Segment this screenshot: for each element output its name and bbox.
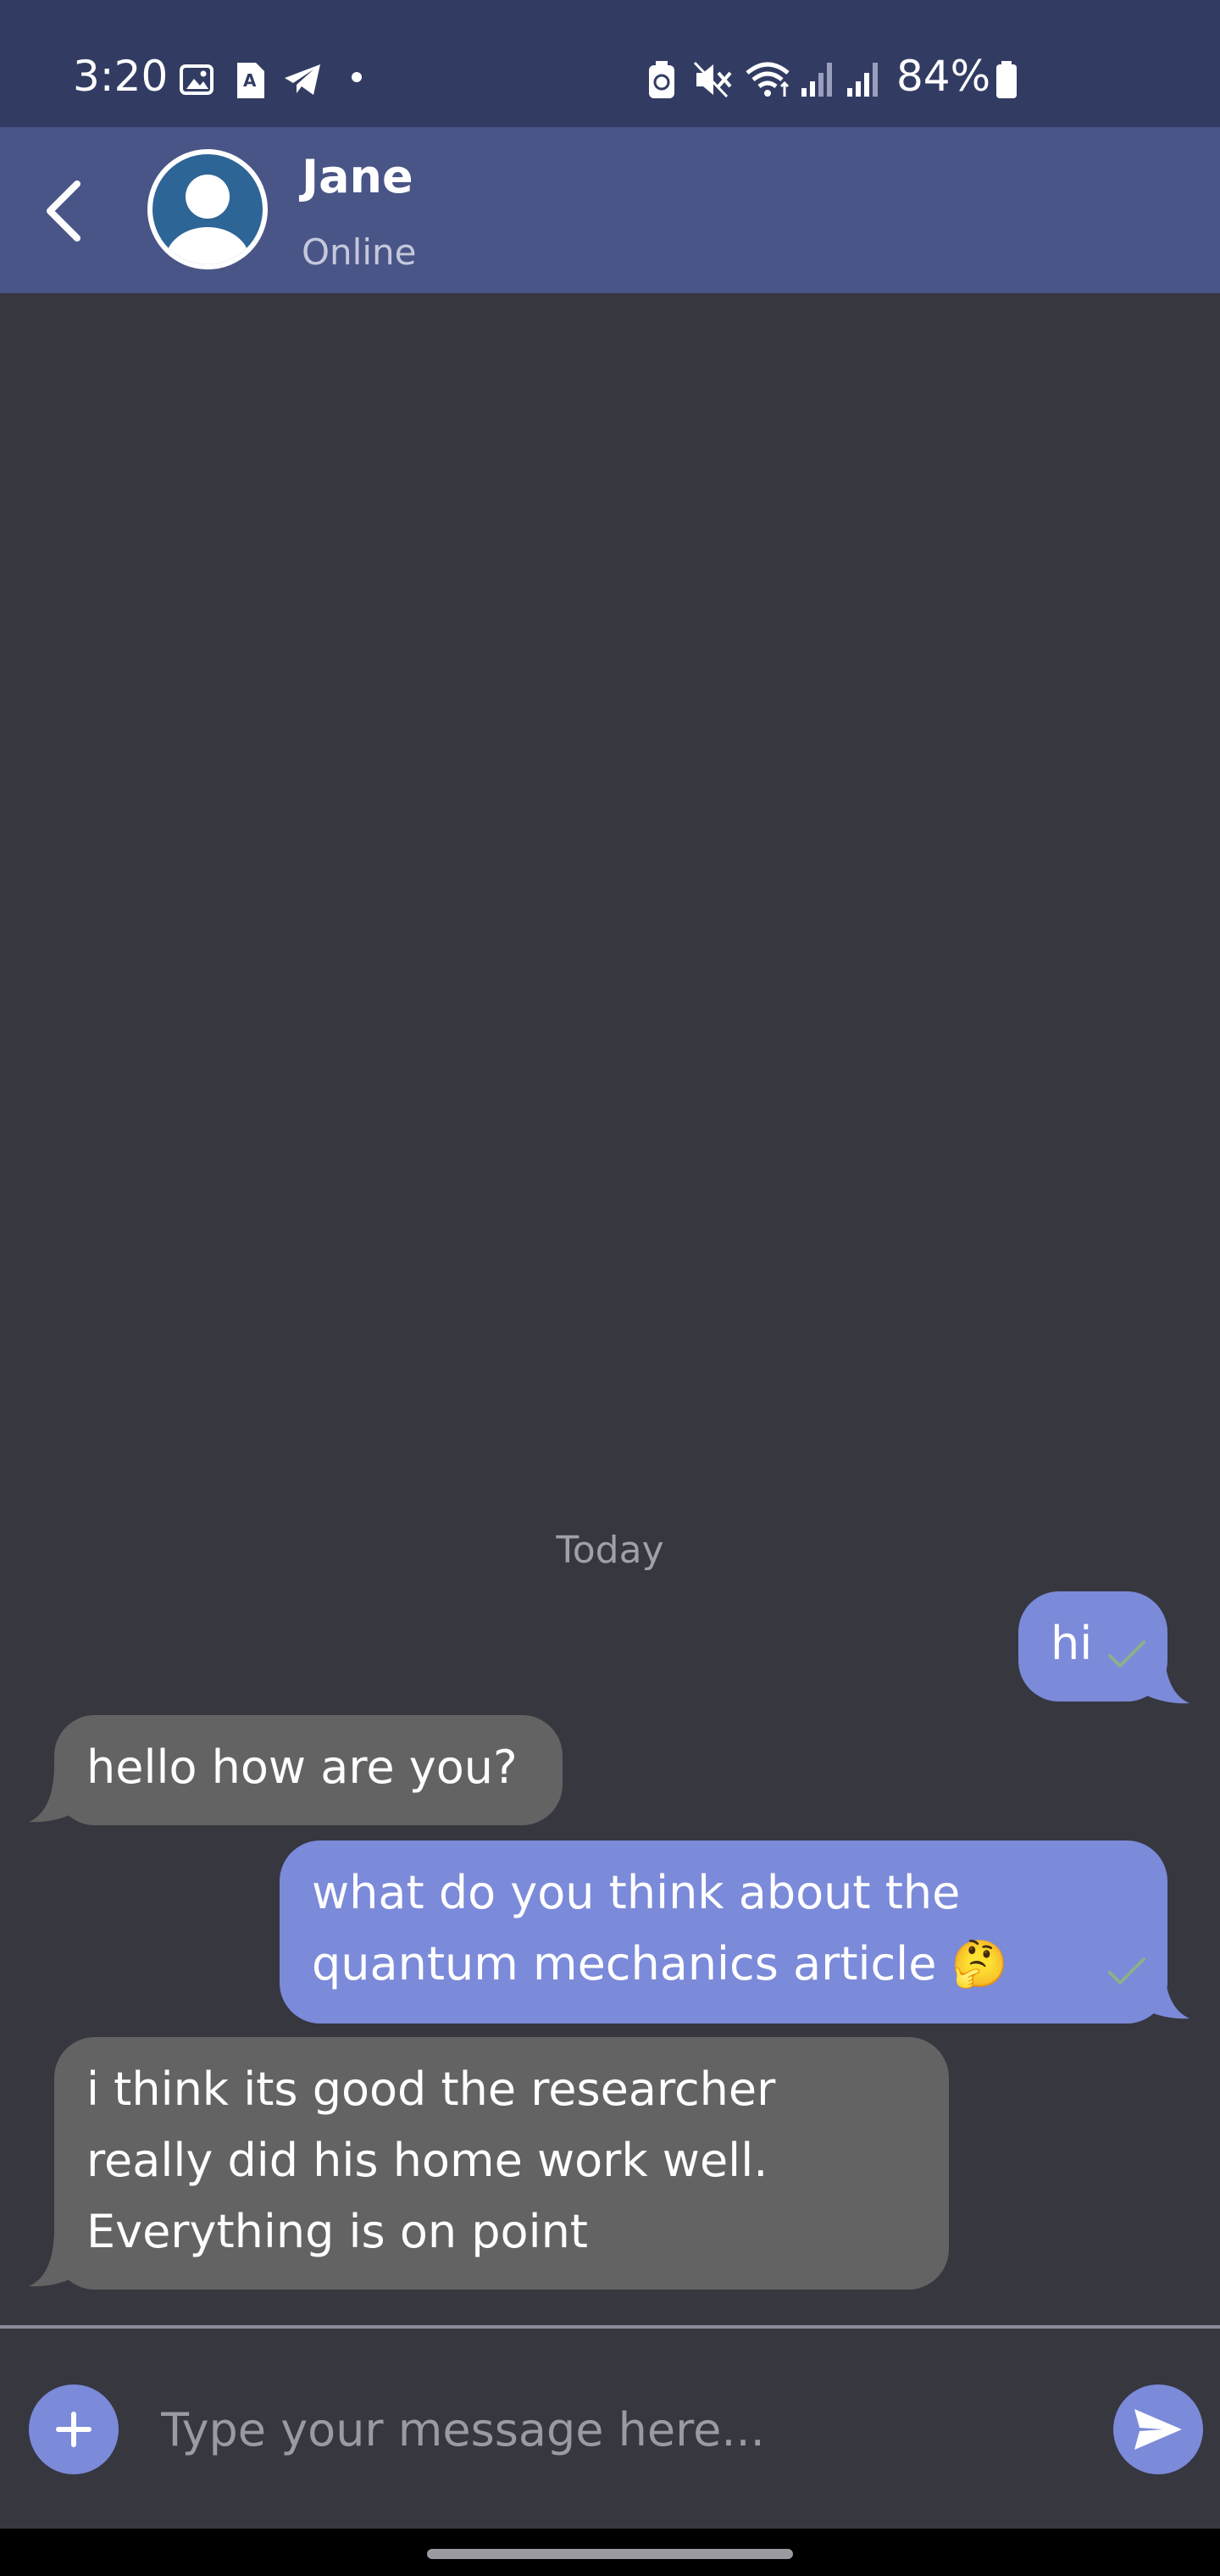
battery-saver-icon (649, 61, 674, 98)
gallery-icon (180, 64, 214, 95)
send-icon (1134, 2409, 1182, 2450)
message-text: i think its good the researcher really d… (86, 2062, 776, 2258)
mute-icon (693, 61, 732, 98)
signal-icon (847, 63, 878, 97)
plus-icon (56, 2412, 92, 2447)
message-bubble: what do you think about the quantum mech… (280, 1840, 1167, 2024)
message-composer (0, 2329, 1220, 2529)
status-time: 3:20 (73, 52, 169, 101)
home-handle[interactable] (427, 2549, 793, 2559)
battery-percent: 84% (896, 52, 991, 101)
add-attachment-button[interactable] (29, 2384, 119, 2474)
contact-status: Online (302, 231, 417, 273)
back-button[interactable] (17, 164, 110, 258)
battery-icon (996, 61, 1017, 98)
svg-text:A: A (243, 70, 257, 91)
message-input[interactable] (161, 2391, 1076, 2468)
chevron-left-icon (47, 180, 80, 242)
chat-header: Jane Online (0, 127, 1220, 293)
message-text: hello how are you? (86, 1740, 518, 1794)
user-avatar-icon (152, 154, 263, 264)
send-button[interactable] (1113, 2384, 1203, 2474)
message-bubble: hello how are you? (54, 1715, 563, 1825)
date-divider: Today (556, 1529, 664, 1572)
telegram-icon (285, 64, 320, 95)
navigation-bar (0, 2529, 1220, 2576)
status-bar: 3:20 A 84% (0, 0, 1220, 127)
avatar[interactable] (147, 149, 268, 269)
check-icon (1108, 1957, 1145, 1985)
message-bubble: i think its good the researcher really d… (54, 2037, 949, 2290)
wifi-icon (746, 62, 790, 97)
translate-icon: A (237, 63, 264, 98)
contact-name: Jane (302, 150, 413, 203)
check-icon (1108, 1641, 1145, 1668)
message-text: what do you think about the quantum mech… (312, 1866, 1008, 1990)
dot-icon (352, 72, 362, 82)
signal-icon (801, 63, 832, 97)
